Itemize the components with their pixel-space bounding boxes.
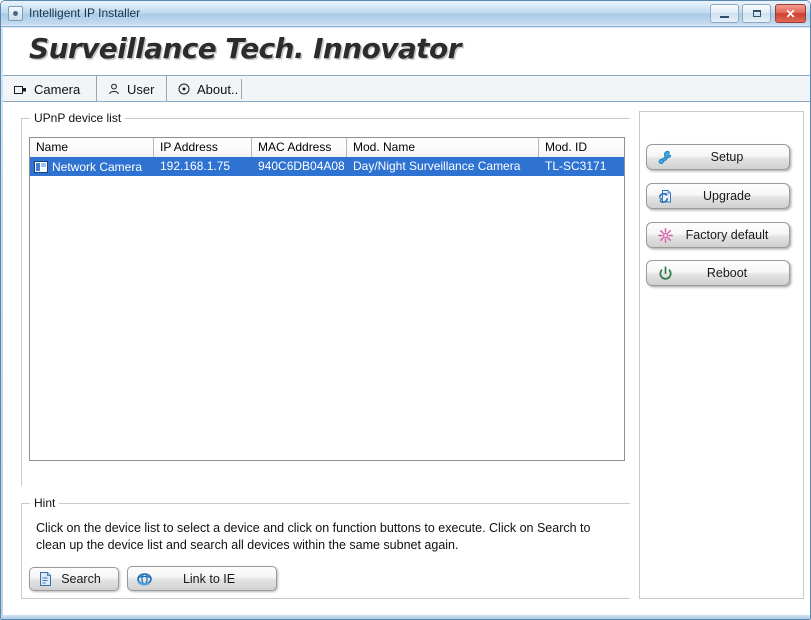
- device-list-header: Name IP Address MAC Address Mod. Name Mo…: [30, 138, 624, 157]
- tab-user-label: User: [127, 82, 154, 97]
- minimize-button[interactable]: [710, 4, 739, 23]
- user-icon: [108, 83, 120, 95]
- tab-camera-label: Camera: [34, 82, 80, 97]
- brand-banner: Surveillance Tech. Innovator: [3, 28, 810, 76]
- tab-strip: Camera User About..: [3, 76, 810, 102]
- cell-mod-id: TL-SC3171: [539, 157, 624, 176]
- window-title: Intelligent IP Installer: [29, 6, 140, 20]
- cell-mod-name: Day/Night Surveillance Camera: [347, 157, 539, 176]
- reboot-button[interactable]: Reboot: [646, 260, 790, 286]
- minimize-icon: [711, 5, 738, 22]
- hint-group-label: Hint: [30, 496, 59, 510]
- maximize-button[interactable]: [742, 4, 771, 23]
- tab-strip-divider: [241, 79, 242, 99]
- hint-text: Click on the device list to select a dev…: [36, 520, 611, 554]
- close-button[interactable]: ✕: [775, 4, 806, 23]
- setup-button[interactable]: Setup: [646, 144, 790, 170]
- burst-icon: [657, 228, 673, 243]
- client-area: UPnP device list Name IP Address MAC Add…: [3, 102, 810, 617]
- device-list[interactable]: Name IP Address MAC Address Mod. Name Mo…: [29, 137, 625, 461]
- application-window: Intelligent IP Installer ✕ Surveillance …: [0, 0, 811, 620]
- factory-default-button[interactable]: Factory default: [646, 222, 790, 248]
- column-header-name[interactable]: Name: [30, 138, 154, 157]
- column-header-mod-name[interactable]: Mod. Name: [347, 138, 539, 157]
- column-header-mod-id[interactable]: Mod. ID: [539, 138, 624, 157]
- close-icon: ✕: [776, 5, 805, 22]
- column-header-ip[interactable]: IP Address: [154, 138, 252, 157]
- camera-icon: [14, 84, 27, 95]
- tab-about[interactable]: About..: [166, 76, 249, 102]
- info-icon: [178, 83, 190, 95]
- brand-title: Surveillance Tech. Innovator: [29, 32, 461, 65]
- table-row[interactable]: Network Camera 192.168.1.75 940C6DB04A08…: [30, 157, 624, 176]
- tab-camera[interactable]: Camera: [3, 76, 91, 102]
- device-list-empty-area[interactable]: [30, 176, 624, 461]
- title-bar: Intelligent IP Installer ✕: [1, 1, 811, 27]
- upgrade-button[interactable]: Upgrade: [646, 183, 790, 209]
- cell-name: Network Camera: [30, 157, 154, 176]
- tab-user[interactable]: User: [96, 76, 165, 102]
- tab-about-label: About..: [197, 82, 238, 97]
- upnp-group-label: UPnP device list: [30, 111, 125, 125]
- app-icon: [8, 6, 23, 21]
- action-panel: Setup Upgrade: [639, 111, 804, 599]
- network-camera-icon: [34, 161, 48, 173]
- cell-name-text: Network Camera: [52, 158, 142, 176]
- column-header-mac[interactable]: MAC Address: [252, 138, 347, 157]
- power-icon: [657, 266, 673, 281]
- cell-ip: 192.168.1.75: [154, 157, 252, 176]
- wrench-icon: [657, 150, 673, 165]
- window-bottom-strip: [1, 615, 811, 619]
- hint-group: Hint Click on the device list to select …: [21, 503, 630, 599]
- upgrade-icon: [657, 189, 673, 204]
- cell-mac: 940C6DB04A08: [252, 157, 347, 176]
- maximize-icon: [743, 5, 770, 22]
